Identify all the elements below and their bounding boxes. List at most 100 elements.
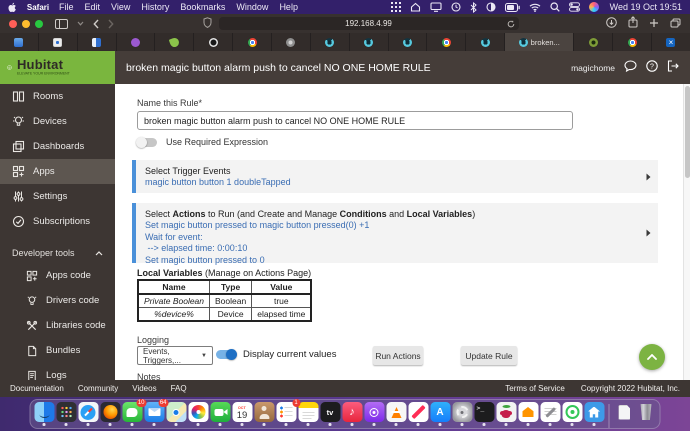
action-line[interactable]: Set magic button pressed to magic button… (145, 220, 640, 232)
terms-of-service-link[interactable]: Terms of Service (505, 384, 565, 393)
tab[interactable] (194, 33, 232, 51)
sidebar-item-bundles[interactable]: Bundles (0, 338, 115, 363)
bluetooth-icon[interactable] (470, 2, 477, 13)
control-center-icon[interactable] (569, 2, 580, 12)
help-icon[interactable]: ? (646, 59, 658, 77)
back-button[interactable] (93, 19, 99, 29)
tab[interactable] (311, 33, 349, 51)
tab-overview-icon[interactable] (670, 15, 681, 33)
dock-app-vnc[interactable] (496, 402, 517, 426)
tab[interactable] (233, 33, 271, 51)
dock-app-finder[interactable] (34, 402, 55, 426)
dock-app-launchpad[interactable] (56, 402, 77, 426)
scrollbar-thumb[interactable] (685, 86, 690, 178)
dock-app-appstore[interactable]: A (430, 402, 451, 426)
dock-app-news[interactable] (408, 402, 429, 426)
dock-app-home[interactable] (518, 402, 539, 426)
tab[interactable] (652, 33, 690, 51)
dock-app-firefox[interactable] (100, 402, 121, 426)
dock-app-findmy[interactable] (562, 402, 583, 426)
dock-app-music[interactable]: ♪ (342, 402, 363, 426)
sidebar-item-subscriptions[interactable]: Subscriptions (0, 209, 115, 234)
dock-app-calendar[interactable]: OCT19 (232, 402, 253, 426)
page-scrollbar[interactable] (683, 84, 690, 380)
action-line[interactable]: Wait for event: (145, 232, 640, 244)
dock-app-notes[interactable] (298, 402, 319, 426)
sidebar-item-dashboards[interactable]: Dashboards (0, 134, 115, 159)
tab[interactable] (155, 33, 193, 51)
menubar-clock[interactable]: Wed 19 Oct 19:51 (610, 2, 682, 12)
menu-file[interactable]: File (59, 2, 74, 12)
dock-app-safari[interactable] (78, 402, 99, 426)
update-rule-button[interactable]: Update Rule (461, 346, 517, 365)
dock-app-tv[interactable]: tv (320, 402, 341, 426)
action-line[interactable]: --> elapsed time: 0:00:10 (145, 243, 640, 255)
privacy-shield-icon[interactable] (203, 15, 212, 33)
tab[interactable] (78, 33, 116, 51)
chat-icon[interactable] (624, 59, 637, 77)
action-line[interactable]: Set magic button pressed to 0 (145, 255, 640, 267)
rule-name-input[interactable] (137, 111, 573, 130)
sidebar-item-libraries-code[interactable]: Libraries code (0, 313, 115, 338)
sidebar-item-rooms[interactable]: Rooms (0, 84, 115, 109)
expand-arrow-icon[interactable] (646, 173, 651, 181)
dock-app-downloads[interactable] (614, 402, 635, 426)
scroll-to-top-button[interactable] (639, 344, 665, 370)
clock-status-icon[interactable] (451, 2, 461, 12)
home-status-icon[interactable] (410, 2, 421, 12)
dock-app-vlc[interactable] (386, 402, 407, 426)
grid-status-icon[interactable] (391, 2, 401, 12)
required-expression-toggle[interactable] (137, 138, 157, 147)
devtools-header[interactable]: Developer tools (0, 243, 115, 263)
zoom-window-button[interactable] (35, 20, 43, 28)
sidebar-item-apps[interactable]: Apps (0, 159, 115, 184)
menu-history[interactable]: History (141, 2, 169, 12)
sidebar-toggle-icon[interactable] (55, 19, 68, 29)
dock-app-homeassistant[interactable] (584, 402, 605, 426)
dock-app-mail[interactable]: 64 (144, 402, 165, 426)
search-icon[interactable] (550, 2, 560, 12)
menu-help[interactable]: Help (279, 2, 298, 12)
tab[interactable] (389, 33, 427, 51)
dock-app-textedit[interactable] (540, 402, 561, 426)
dock-app-terminal[interactable]: >_ (474, 402, 495, 426)
downloads-icon[interactable] (606, 15, 617, 33)
menu-edit[interactable]: Edit (85, 2, 101, 12)
new-tab-icon[interactable] (649, 15, 659, 33)
apple-menu-icon[interactable] (8, 2, 17, 13)
menu-view[interactable]: View (111, 2, 130, 12)
footer-link-faq[interactable]: FAQ (171, 384, 187, 393)
battery-icon[interactable] (505, 3, 520, 12)
trigger-events-section[interactable]: Select Trigger Events magic button butto… (132, 160, 658, 193)
dock-app-facetime[interactable] (210, 402, 231, 426)
tab[interactable] (427, 33, 465, 51)
dock-app-contacts[interactable] (254, 402, 275, 426)
sidebar-item-drivers-code[interactable]: Drivers code (0, 288, 115, 313)
tab[interactable] (117, 33, 155, 51)
tab[interactable] (574, 33, 612, 51)
sidebar-item-settings[interactable]: Settings (0, 184, 115, 209)
minimize-window-button[interactable] (22, 20, 30, 28)
dock-app-podcasts[interactable] (364, 402, 385, 426)
focus-status-icon[interactable] (486, 2, 496, 12)
footer-link-videos[interactable]: Videos (132, 384, 156, 393)
username[interactable]: magichome (571, 63, 615, 73)
tab[interactable] (272, 33, 310, 51)
sidebar-chevron-icon[interactable] (77, 21, 84, 26)
trigger-event-link[interactable]: magic button button 1 doubleTapped (145, 177, 640, 189)
expand-arrow-icon[interactable] (646, 229, 651, 237)
tab[interactable] (466, 33, 504, 51)
footer-link-community[interactable]: Community (78, 384, 118, 393)
actions-section[interactable]: Select Actions to Run (and Create and Ma… (132, 203, 658, 263)
wifi-icon[interactable] (529, 3, 541, 12)
dock-app-settings[interactable] (452, 402, 473, 426)
dock-app-reminders[interactable]: 1 (276, 402, 297, 426)
tab[interactable] (0, 33, 38, 51)
display-current-values-toggle[interactable] (216, 350, 236, 359)
forward-button[interactable] (108, 19, 114, 29)
footer-link-documentation[interactable]: Documentation (10, 384, 64, 393)
address-bar[interactable]: 192.168.4.99 (219, 17, 519, 30)
dock-app-photos[interactable] (188, 402, 209, 426)
tab-active[interactable]: broken... (505, 33, 573, 51)
menu-window[interactable]: Window (236, 2, 268, 12)
